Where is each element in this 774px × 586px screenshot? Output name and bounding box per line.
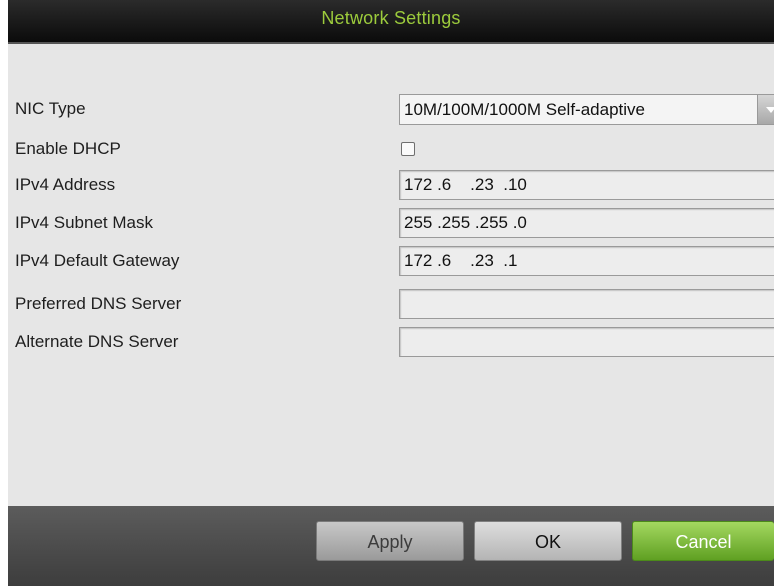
apply-button[interactable]: Apply xyxy=(316,521,464,561)
ipv4-subnet-mask-label: IPv4 Subnet Mask xyxy=(15,213,153,232)
nic-type-value: 10M/100M/1000M Self-adaptive xyxy=(404,100,645,119)
dialog-title: Network Settings xyxy=(321,8,461,28)
preferred-dns-label: Preferred DNS Server xyxy=(15,294,182,313)
network-settings-dialog: Network Settings NIC Type 10M/100M/1000M… xyxy=(8,0,774,586)
ipv4-address-field[interactable]: 172 .6 .23 .10 xyxy=(399,170,774,200)
nic-type-label: NIC Type xyxy=(15,99,86,118)
nic-type-dropdown-button[interactable] xyxy=(757,95,774,124)
chevron-down-icon xyxy=(766,107,774,113)
alternate-dns-label: Alternate DNS Server xyxy=(15,332,179,351)
title-bar: Network Settings xyxy=(8,0,774,44)
ipv4-default-gateway-label: IPv4 Default Gateway xyxy=(15,251,180,270)
ok-button[interactable]: OK xyxy=(474,521,622,561)
ipv4-address-label: IPv4 Address xyxy=(15,175,116,194)
enable-dhcp-label: Enable DHCP xyxy=(15,139,121,158)
cancel-button[interactable]: Cancel xyxy=(632,521,774,561)
enable-dhcp-checkbox[interactable] xyxy=(401,142,415,156)
preferred-dns-field[interactable] xyxy=(399,289,774,319)
ipv4-subnet-mask-field[interactable]: 255 .255 .255 .0 xyxy=(399,208,774,238)
nic-type-select[interactable]: 10M/100M/1000M Self-adaptive xyxy=(399,94,774,125)
alternate-dns-field[interactable] xyxy=(399,327,774,357)
ipv4-default-gateway-field[interactable]: 172 .6 .23 .1 xyxy=(399,246,774,276)
